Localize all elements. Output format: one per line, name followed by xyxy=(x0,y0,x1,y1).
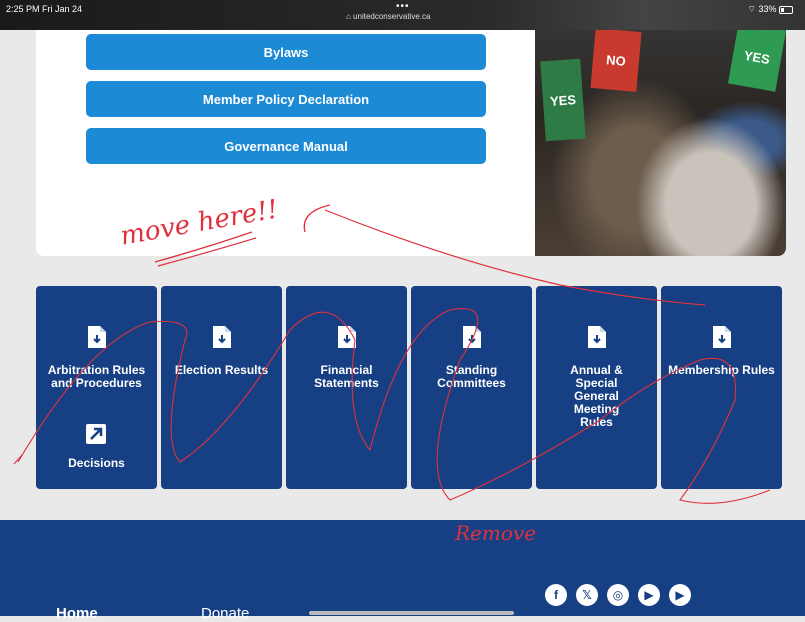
yes-sign: YES xyxy=(540,58,586,142)
facebook-icon[interactable]: f xyxy=(545,584,567,606)
no-sign: NO xyxy=(590,28,642,92)
footer-home-link[interactable]: Home xyxy=(56,605,98,622)
document-download-icon xyxy=(88,326,106,348)
wifi-icon: ⌔ xyxy=(747,4,756,14)
battery-icon xyxy=(779,5,793,14)
more-dots-icon[interactable]: ••• xyxy=(396,1,410,12)
tile-label: Arbitration Rules and Procedures xyxy=(47,363,146,390)
url-bar[interactable]: ⌂ unitedconservative.ca xyxy=(346,12,430,21)
bylaws-button[interactable]: Bylaws xyxy=(86,34,486,70)
document-download-icon xyxy=(588,326,606,348)
battery-percent: 33% xyxy=(758,4,777,14)
tile-label: Standing Committees xyxy=(437,363,506,390)
no-sign-text: NO xyxy=(605,51,627,69)
document-download-icon xyxy=(713,326,731,348)
tile-label: Annual & Special General Meeting Rules xyxy=(570,363,623,429)
tile-agm-rules[interactable]: Annual & Special General Meeting Rules xyxy=(536,286,657,489)
tile-standing-committees[interactable]: Standing Committees xyxy=(411,286,532,489)
status-bar: 2:25 PM Fri Jan 24 ••• ⌂ unitedconservat… xyxy=(0,0,805,30)
site-footer: f 𝕏 ◎ ▶ ▶ Home Donate xyxy=(0,520,805,622)
tile-label: Financial Statements xyxy=(314,363,379,390)
document-download-icon xyxy=(213,326,231,348)
document-download-icon xyxy=(338,326,356,348)
tile-label: Election Results xyxy=(174,363,269,377)
yes-sign-2: YES xyxy=(727,22,786,92)
tile-financial-statements[interactable]: Financial Statements xyxy=(286,286,407,489)
member-policy-declaration-button[interactable]: Member Policy Declaration xyxy=(86,81,486,117)
x-icon[interactable]: 𝕏 xyxy=(576,584,598,606)
governance-manual-button[interactable]: Governance Manual xyxy=(86,128,486,164)
document-download-icon xyxy=(463,326,481,348)
tile-arbitration[interactable]: Arbitration Rules and Procedures Decisio… xyxy=(36,286,157,489)
decisions-link[interactable]: Decisions xyxy=(40,457,153,470)
instagram-icon[interactable]: ◎ xyxy=(607,584,629,606)
convention-photo: YES NO YES xyxy=(535,0,786,256)
document-tiles: Arbitration Rules and Procedures Decisio… xyxy=(36,286,786,489)
tile-label: Membership Rules xyxy=(668,363,775,377)
status-time: 2:25 PM Fri Jan 24 xyxy=(6,4,83,14)
external-link-icon[interactable] xyxy=(86,424,106,444)
yes-sign-text: YES xyxy=(549,91,577,109)
status-right: ⌔ 33% xyxy=(747,4,793,15)
rumble-icon[interactable]: ▶ xyxy=(638,584,660,606)
youtube-icon[interactable]: ▶ xyxy=(669,584,691,606)
tile-membership-rules[interactable]: Membership Rules xyxy=(661,286,782,489)
yes-sign-2-text: YES xyxy=(742,47,772,67)
footer-donate-link[interactable]: Donate xyxy=(201,605,249,622)
home-indicator[interactable] xyxy=(309,611,514,615)
governance-card: Bylaws Member Policy Declaration Governa… xyxy=(36,0,786,256)
tile-election-results[interactable]: Election Results xyxy=(161,286,282,489)
